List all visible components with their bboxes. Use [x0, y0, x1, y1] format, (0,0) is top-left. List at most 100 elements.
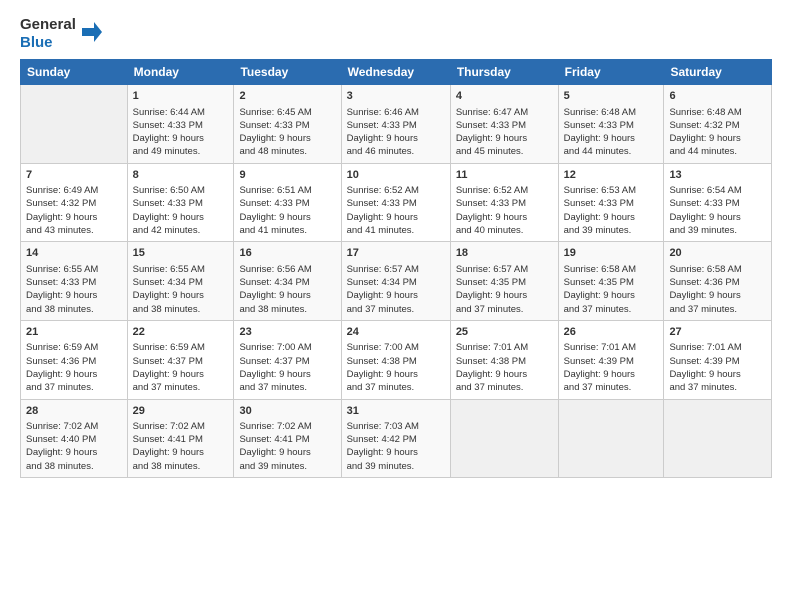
day-number: 26	[564, 325, 659, 340]
day-number: 15	[133, 246, 229, 261]
day-info: Sunrise: 6:49 AM Sunset: 4:32 PM Dayligh…	[26, 184, 122, 237]
day-number: 18	[456, 246, 553, 261]
weekday-header-saturday: Saturday	[664, 60, 772, 85]
day-info: Sunrise: 6:57 AM Sunset: 4:34 PM Dayligh…	[347, 263, 445, 316]
day-info: Sunrise: 6:56 AM Sunset: 4:34 PM Dayligh…	[239, 263, 335, 316]
day-info: Sunrise: 7:01 AM Sunset: 4:39 PM Dayligh…	[564, 341, 659, 394]
calendar-cell: 7Sunrise: 6:49 AM Sunset: 4:32 PM Daylig…	[21, 163, 128, 242]
calendar-cell: 3Sunrise: 6:46 AM Sunset: 4:33 PM Daylig…	[341, 85, 450, 164]
calendar-cell: 9Sunrise: 6:51 AM Sunset: 4:33 PM Daylig…	[234, 163, 341, 242]
day-info: Sunrise: 6:58 AM Sunset: 4:36 PM Dayligh…	[669, 263, 766, 316]
day-number: 10	[347, 168, 445, 183]
day-info: Sunrise: 6:51 AM Sunset: 4:33 PM Dayligh…	[239, 184, 335, 237]
calendar-cell: 23Sunrise: 7:00 AM Sunset: 4:37 PM Dayli…	[234, 320, 341, 399]
calendar-cell: 22Sunrise: 6:59 AM Sunset: 4:37 PM Dayli…	[127, 320, 234, 399]
day-number: 25	[456, 325, 553, 340]
calendar-cell: 31Sunrise: 7:03 AM Sunset: 4:42 PM Dayli…	[341, 399, 450, 478]
calendar-cell: 19 Sunrise: 6:58 AM Sunset: 4:35 PM Dayli…	[558, 242, 664, 321]
calendar-table: SundayMondayTuesdayWednesdayThursdayFrid…	[20, 59, 772, 478]
weekday-header-thursday: Thursday	[450, 60, 558, 85]
day-info: Sunrise: 7:01 AM Sunset: 4:39 PM Dayligh…	[669, 341, 766, 394]
day-info: Sunrise: 6:59 AM Sunset: 4:37 PM Dayligh…	[133, 341, 229, 394]
calendar-cell	[21, 85, 128, 164]
logo: General Blue	[20, 16, 102, 51]
calendar-cell: 17 Sunrise: 6:57 AM Sunset: 4:34 PM Dayli…	[341, 242, 450, 321]
day-info: Sunrise: 7:02 AM Sunset: 4:41 PM Dayligh…	[239, 420, 335, 473]
calendar-cell: 21Sunrise: 6:59 AM Sunset: 4:36 PM Dayli…	[21, 320, 128, 399]
calendar-cell: 24Sunrise: 7:00 AM Sunset: 4:38 PM Dayli…	[341, 320, 450, 399]
calendar-cell: 20 Sunrise: 6:58 AM Sunset: 4:36 PM Dayli…	[664, 242, 772, 321]
calendar-cell: 18 Sunrise: 6:57 AM Sunset: 4:35 PM Dayli…	[450, 242, 558, 321]
weekday-header-monday: Monday	[127, 60, 234, 85]
day-number: 13	[669, 168, 766, 183]
day-info: Sunrise: 6:53 AM Sunset: 4:33 PM Dayligh…	[564, 184, 659, 237]
calendar-cell: 14 Sunrise: 6:55 AM Sunset: 4:33 PM Dayli…	[21, 242, 128, 321]
calendar-cell: 16 Sunrise: 6:56 AM Sunset: 4:34 PM Dayli…	[234, 242, 341, 321]
day-number: 22	[133, 325, 229, 340]
calendar-cell: 26Sunrise: 7:01 AM Sunset: 4:39 PM Dayli…	[558, 320, 664, 399]
day-number: 11	[456, 168, 553, 183]
day-number: 7	[26, 168, 122, 183]
day-number: 9	[239, 168, 335, 183]
weekday-header-tuesday: Tuesday	[234, 60, 341, 85]
day-number: 3	[347, 89, 445, 104]
day-number: 21	[26, 325, 122, 340]
calendar-week-row: 7Sunrise: 6:49 AM Sunset: 4:32 PM Daylig…	[21, 163, 772, 242]
calendar-cell: 6 Sunrise: 6:48 AM Sunset: 4:32 PM Daylig…	[664, 85, 772, 164]
calendar-cell: 1 Sunrise: 6:44 AM Sunset: 4:33 PM Daylig…	[127, 85, 234, 164]
calendar-cell	[450, 399, 558, 478]
day-number: 19	[564, 246, 659, 261]
calendar-week-row: 1 Sunrise: 6:44 AM Sunset: 4:33 PM Daylig…	[21, 85, 772, 164]
weekday-header-wednesday: Wednesday	[341, 60, 450, 85]
day-number: 31	[347, 404, 445, 419]
calendar-cell: 5Sunrise: 6:48 AM Sunset: 4:33 PM Daylig…	[558, 85, 664, 164]
day-number: 30	[239, 404, 335, 419]
day-number: 1	[133, 89, 229, 104]
day-number: 29	[133, 404, 229, 419]
day-info: Sunrise: 6:44 AM Sunset: 4:33 PM Dayligh…	[133, 106, 229, 159]
day-number: 23	[239, 325, 335, 340]
day-info: Sunrise: 6:47 AM Sunset: 4:33 PM Dayligh…	[456, 106, 553, 159]
day-number: 6	[669, 89, 766, 104]
day-info: Sunrise: 6:48 AM Sunset: 4:32 PM Dayligh…	[669, 106, 766, 159]
day-info: Sunrise: 6:54 AM Sunset: 4:33 PM Dayligh…	[669, 184, 766, 237]
calendar-cell: 11Sunrise: 6:52 AM Sunset: 4:33 PM Dayli…	[450, 163, 558, 242]
calendar-cell: 28Sunrise: 7:02 AM Sunset: 4:40 PM Dayli…	[21, 399, 128, 478]
day-info: Sunrise: 7:03 AM Sunset: 4:42 PM Dayligh…	[347, 420, 445, 473]
day-info: Sunrise: 6:58 AM Sunset: 4:35 PM Dayligh…	[564, 263, 659, 316]
calendar-cell: 13Sunrise: 6:54 AM Sunset: 4:33 PM Dayli…	[664, 163, 772, 242]
calendar-week-row: 28Sunrise: 7:02 AM Sunset: 4:40 PM Dayli…	[21, 399, 772, 478]
calendar-cell: 30Sunrise: 7:02 AM Sunset: 4:41 PM Dayli…	[234, 399, 341, 478]
calendar-cell: 27Sunrise: 7:01 AM Sunset: 4:39 PM Dayli…	[664, 320, 772, 399]
calendar-cell: 25Sunrise: 7:01 AM Sunset: 4:38 PM Dayli…	[450, 320, 558, 399]
calendar-cell: 2Sunrise: 6:45 AM Sunset: 4:33 PM Daylig…	[234, 85, 341, 164]
day-info: Sunrise: 7:00 AM Sunset: 4:37 PM Dayligh…	[239, 341, 335, 394]
calendar-cell: 8Sunrise: 6:50 AM Sunset: 4:33 PM Daylig…	[127, 163, 234, 242]
day-number: 4	[456, 89, 553, 104]
day-info: Sunrise: 6:52 AM Sunset: 4:33 PM Dayligh…	[347, 184, 445, 237]
day-info: Sunrise: 6:55 AM Sunset: 4:33 PM Dayligh…	[26, 263, 122, 316]
day-info: Sunrise: 6:55 AM Sunset: 4:34 PM Dayligh…	[133, 263, 229, 316]
day-info: Sunrise: 7:02 AM Sunset: 4:41 PM Dayligh…	[133, 420, 229, 473]
day-info: Sunrise: 6:59 AM Sunset: 4:36 PM Dayligh…	[26, 341, 122, 394]
day-info: Sunrise: 6:52 AM Sunset: 4:33 PM Dayligh…	[456, 184, 553, 237]
day-number: 20	[669, 246, 766, 261]
logo-text: General Blue	[20, 16, 76, 51]
page-container: General Blue SundayMondayTuesdayWednesda…	[0, 0, 792, 488]
calendar-cell	[558, 399, 664, 478]
weekday-header-sunday: Sunday	[21, 60, 128, 85]
day-number: 14	[26, 246, 122, 261]
calendar-cell: 10Sunrise: 6:52 AM Sunset: 4:33 PM Dayli…	[341, 163, 450, 242]
day-info: Sunrise: 6:50 AM Sunset: 4:33 PM Dayligh…	[133, 184, 229, 237]
day-number: 17	[347, 246, 445, 261]
day-number: 8	[133, 168, 229, 183]
calendar-cell: 29Sunrise: 7:02 AM Sunset: 4:41 PM Dayli…	[127, 399, 234, 478]
day-number: 16	[239, 246, 335, 261]
day-info: Sunrise: 6:48 AM Sunset: 4:33 PM Dayligh…	[564, 106, 659, 159]
day-number: 24	[347, 325, 445, 340]
day-info: Sunrise: 6:57 AM Sunset: 4:35 PM Dayligh…	[456, 263, 553, 316]
calendar-cell	[664, 399, 772, 478]
day-number: 28	[26, 404, 122, 419]
calendar-cell: 12Sunrise: 6:53 AM Sunset: 4:33 PM Dayli…	[558, 163, 664, 242]
weekday-header-friday: Friday	[558, 60, 664, 85]
